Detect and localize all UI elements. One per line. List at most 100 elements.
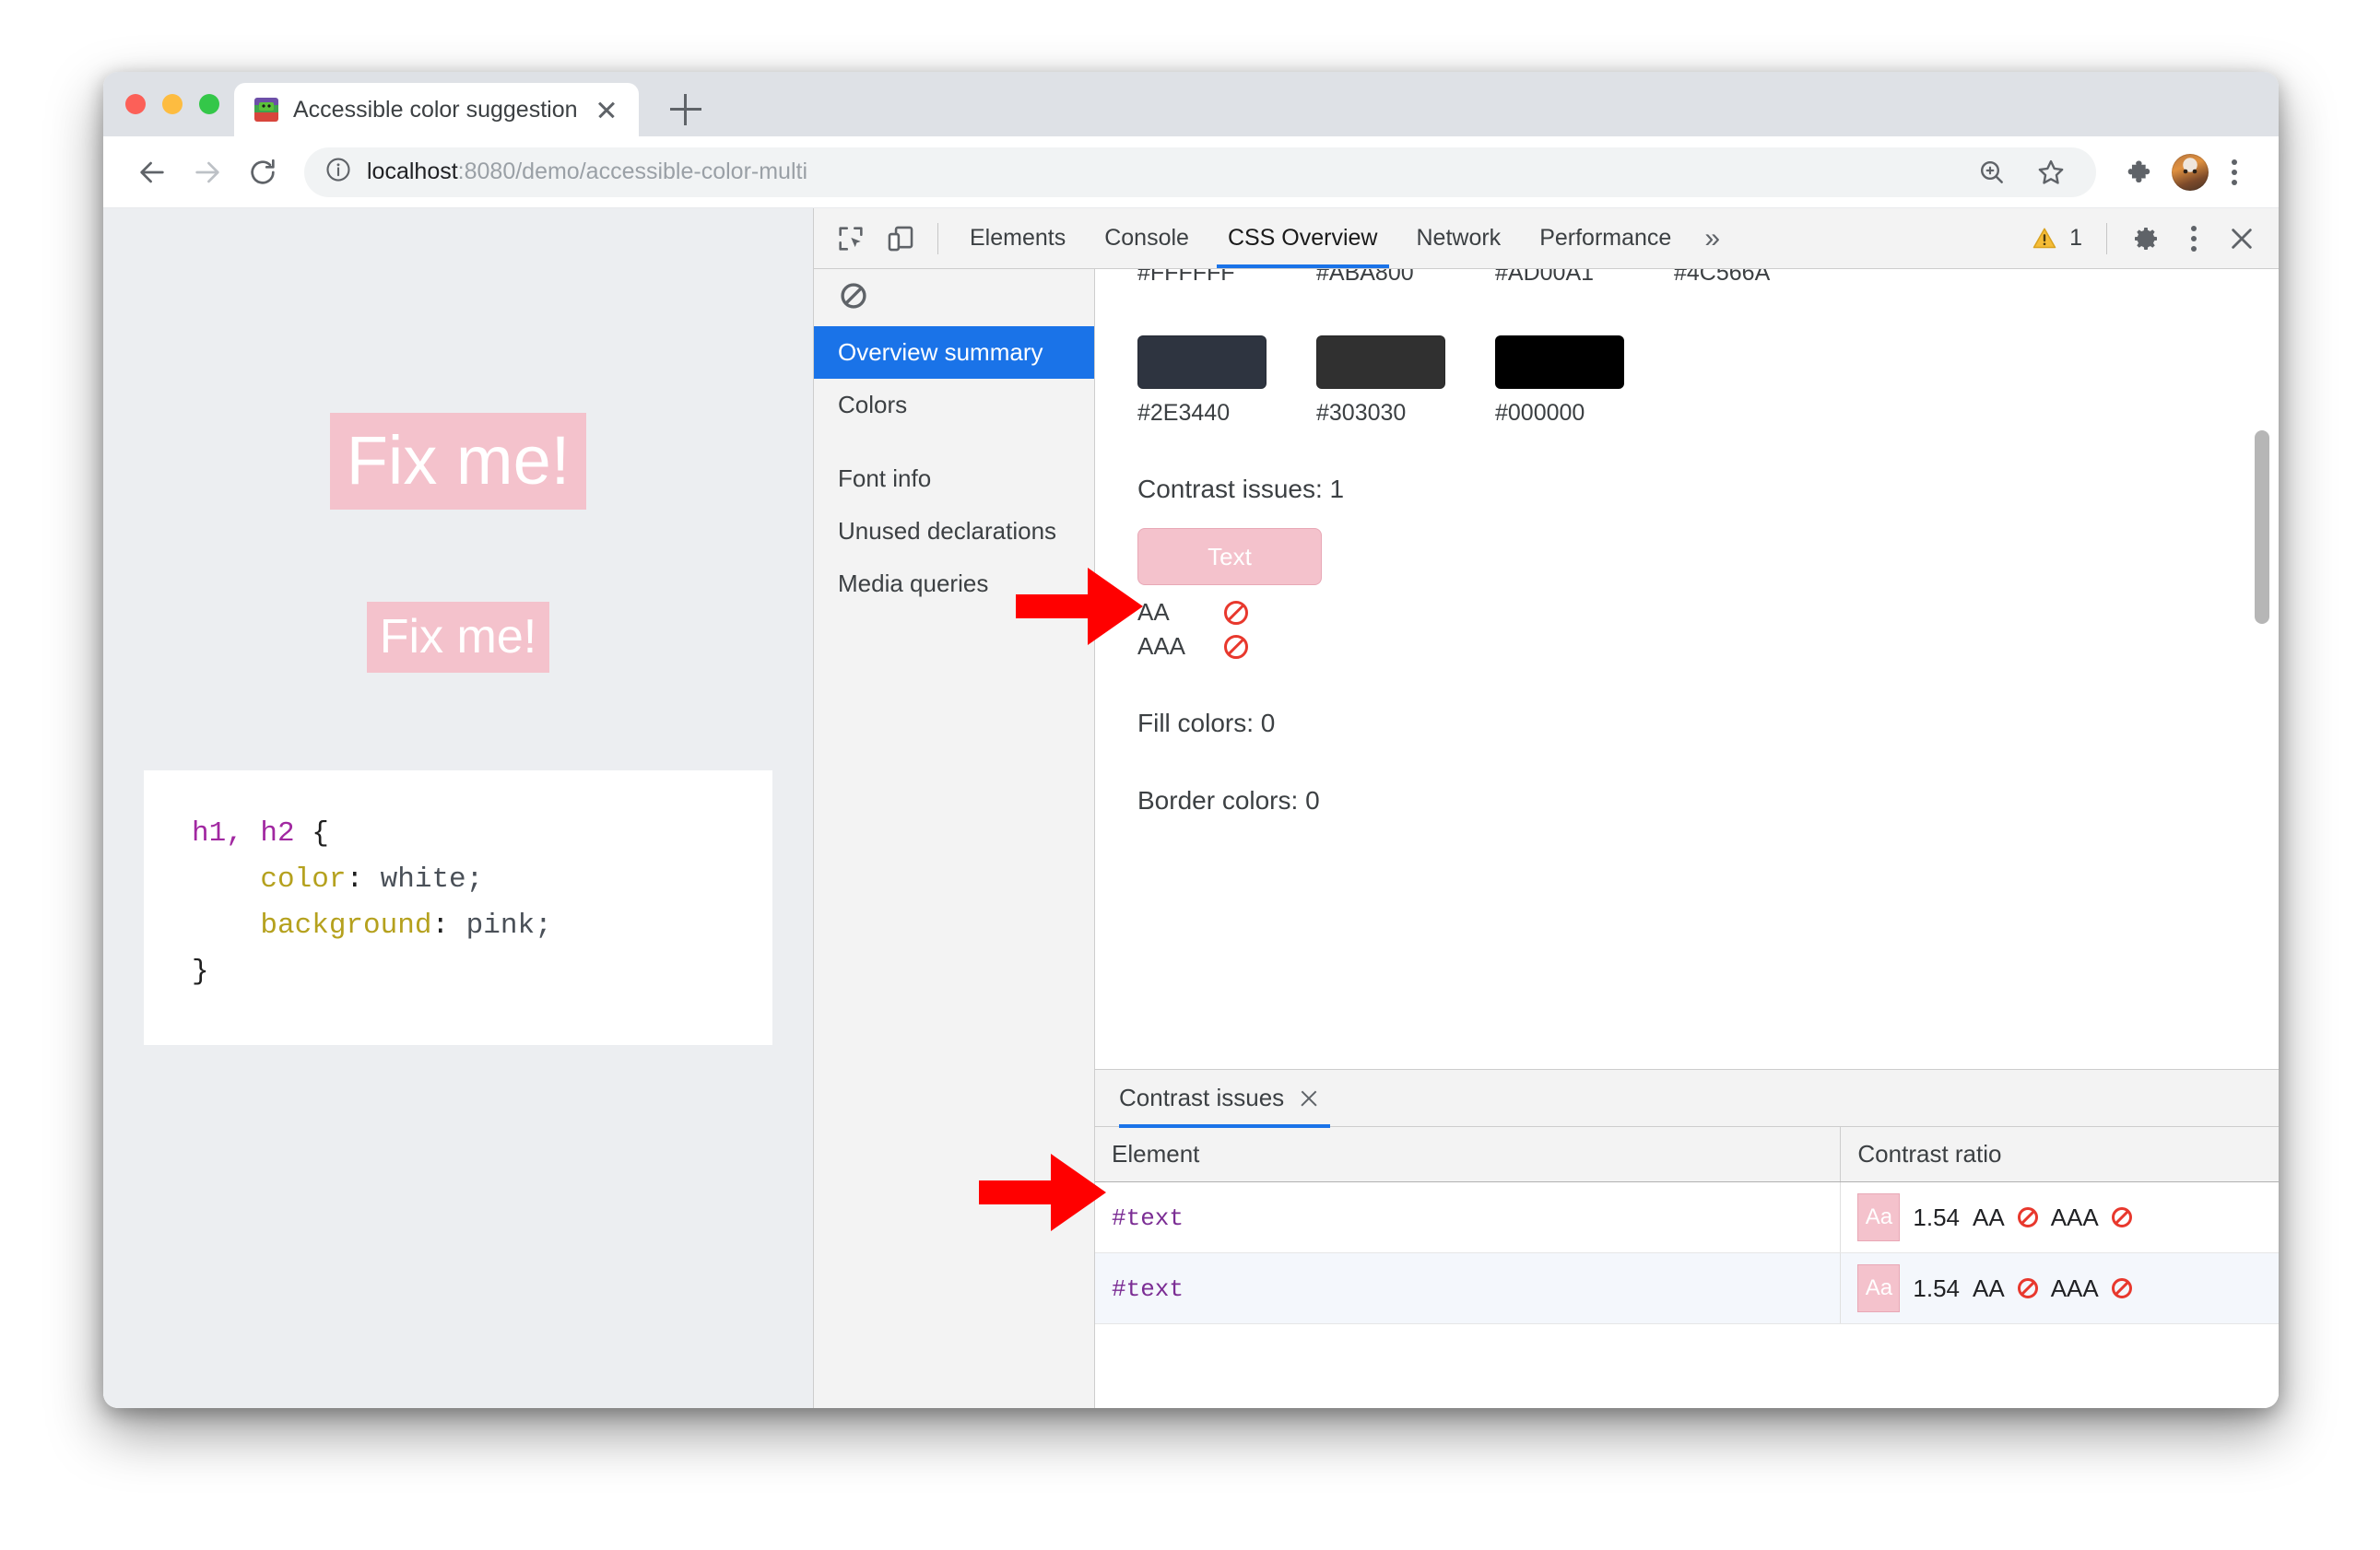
tab-performance[interactable]: Performance xyxy=(1521,209,1690,268)
code-selector: h1, h2 xyxy=(192,816,295,850)
contrast-ratio-value: 1.54 xyxy=(1913,1274,1961,1302)
column-header-element[interactable]: Element xyxy=(1095,1127,1842,1182)
avatar[interactable] xyxy=(2172,153,2209,191)
sidebar-item-colors[interactable]: Colors xyxy=(814,379,1094,431)
no-entry-icon xyxy=(1224,634,1248,659)
block-clear-icon[interactable] xyxy=(838,280,869,316)
zoom-in-icon[interactable] xyxy=(1967,147,2017,197)
aa-preview-swatch: Aa xyxy=(1857,1264,1901,1312)
url-host: localhost xyxy=(367,159,458,184)
sidebar-item-overview-summary[interactable]: Overview summary xyxy=(814,326,1094,380)
browser-toolbar: localhost:8080/demo/accessible-color-mul… xyxy=(103,136,2279,208)
cell-contrast-ratio: Aa 1.54 AA AAA xyxy=(1840,1181,2279,1253)
color-swatch-2e3440[interactable] xyxy=(1137,335,1267,389)
close-devtools-icon[interactable] xyxy=(2218,215,2266,263)
tab-elements[interactable]: Elements xyxy=(951,209,1084,268)
tab-console[interactable]: Console xyxy=(1086,209,1208,268)
code-colon-2: : xyxy=(431,909,450,942)
info-circle-icon[interactable] xyxy=(324,156,352,188)
code-colon-1: : xyxy=(346,863,364,896)
star-icon[interactable] xyxy=(2026,147,2076,197)
color-swatch-000000[interactable] xyxy=(1495,335,1624,389)
address-bar[interactable]: localhost:8080/demo/accessible-color-mul… xyxy=(304,147,2096,197)
table-row[interactable]: #text Aa 1.54 AA AAA xyxy=(1095,1252,2279,1324)
contrast-issues-table: Element Contrast ratio #text Aa 1.54 AA … xyxy=(1095,1127,2279,1324)
browser-tab[interactable]: Accessible color suggestion xyxy=(234,83,639,136)
devtools-more-icon[interactable] xyxy=(2174,218,2214,259)
css-overview-main: #FFFFFF #ABA800 #AD00A1 #4C566A #2E3440 … xyxy=(1095,269,2279,1408)
cell-element[interactable]: #text xyxy=(1095,1252,1842,1324)
drawer-tab-contrast-issues[interactable]: Contrast issues xyxy=(1119,1070,1331,1128)
page-heading-1: Fix me! xyxy=(329,413,587,510)
new-tab-button[interactable] xyxy=(669,94,701,125)
overview-scroll-area: #FFFFFF #ABA800 #AD00A1 #4C566A #2E3440 … xyxy=(1095,269,2279,1069)
color-label-aba800: #ABA800 xyxy=(1316,269,1414,286)
warning-count: 1 xyxy=(2069,225,2082,251)
color-swatch-cell[interactable]: #303030 xyxy=(1316,335,1445,427)
devtools-tab-bar: Elements Console CSS Overview Network Pe… xyxy=(814,208,2279,269)
sidebar-item-unused-declarations[interactable]: Unused declarations xyxy=(814,505,1094,558)
no-entry-icon xyxy=(2111,1278,2132,1298)
contrast-text-chip[interactable]: Text xyxy=(1137,528,1322,585)
heading-1-container: Fix me! xyxy=(144,413,772,510)
aa-label: AA xyxy=(1973,1274,2005,1302)
table-row[interactable]: #text Aa 1.54 AA AAA xyxy=(1095,1181,2279,1253)
browser-viewport: Fix me! Fix me! h1, h2 { color: white; b… xyxy=(103,208,2279,1408)
clipped-color-cell-2: #ABA800 xyxy=(1316,269,1445,300)
element-name: #text xyxy=(1112,1275,1184,1303)
close-window-button[interactable] xyxy=(125,94,146,114)
border-colors-count: Border colors: 0 xyxy=(1137,786,1320,815)
table-header-row: Element Contrast ratio xyxy=(1095,1127,2279,1182)
puzzle-piece-icon[interactable] xyxy=(2116,147,2166,197)
maximize-window-button[interactable] xyxy=(199,94,219,114)
url-text: localhost:8080/demo/accessible-color-mul… xyxy=(367,159,807,185)
tab-network[interactable]: Network xyxy=(1398,209,1520,268)
drawer-tab-bar: Contrast issues xyxy=(1095,1070,2279,1128)
back-button[interactable] xyxy=(127,147,177,197)
devtools-drawer: Contrast issues Element Contrast ratio #… xyxy=(1095,1069,2279,1408)
sidebar-item-font-info[interactable]: Font info xyxy=(814,452,1094,505)
color-swatch-row: #2E3440 #303030 #000000 xyxy=(1137,335,2279,427)
url-path: :8080/demo/accessible-color-multi xyxy=(457,159,808,184)
code-prop-color: color xyxy=(260,863,347,896)
inspect-element-icon[interactable] xyxy=(827,215,875,263)
heading-2-container: Fix me! xyxy=(144,601,772,673)
tab-css-overview[interactable]: CSS Overview xyxy=(1209,209,1396,268)
reload-button[interactable] xyxy=(238,147,288,197)
color-label-ffffff: #FFFFFF xyxy=(1137,269,1235,286)
warning-badge[interactable]: 1 xyxy=(2021,225,2091,252)
browser-tab-strip: Accessible color suggestion xyxy=(103,72,2279,136)
color-swatch-cell[interactable]: #000000 xyxy=(1495,335,1624,427)
contrast-issues-count: Contrast issues: 1 xyxy=(1137,475,1345,503)
color-swatch-cell[interactable]: #2E3440 xyxy=(1137,335,1267,427)
code-val-background: pink; xyxy=(449,909,552,942)
css-overview-sidebar: Overview summary Colors Font info Unused… xyxy=(814,269,1095,1408)
column-header-contrast-ratio[interactable]: Contrast ratio xyxy=(1840,1127,2279,1182)
forward-button[interactable] xyxy=(183,147,232,197)
kebab-menu-icon[interactable] xyxy=(2214,152,2255,193)
gear-icon[interactable] xyxy=(2122,215,2170,263)
contrast-issues-section: Contrast issues: 1 Text AA AAA xyxy=(1137,475,2279,661)
close-icon[interactable] xyxy=(593,96,620,123)
clipped-color-cell-4: #4C566A xyxy=(1674,269,1803,300)
overview-scrollbar-thumb[interactable] xyxy=(2255,430,2269,624)
color-swatch-label: #2E3440 xyxy=(1137,400,1231,426)
device-toolbar-icon[interactable] xyxy=(877,215,925,263)
cell-element[interactable]: #text xyxy=(1095,1181,1842,1253)
devtools-body: Overview summary Colors Font info Unused… xyxy=(814,269,2279,1408)
clipped-color-labels-row: #FFFFFF #ABA800 #AD00A1 #4C566A xyxy=(1137,269,2279,300)
sidebar-item-media-queries[interactable]: Media queries xyxy=(814,558,1094,610)
devtools-panel: Elements Console CSS Overview Network Pe… xyxy=(813,208,2279,1408)
drawer-tab-label: Contrast issues xyxy=(1119,1084,1285,1111)
more-tabs-icon[interactable]: » xyxy=(1691,223,1733,254)
clipped-color-cell-3: #AD00A1 xyxy=(1495,269,1624,300)
fill-colors-section: Fill colors: 0 xyxy=(1137,709,2279,738)
aa-preview-swatch: Aa xyxy=(1857,1193,1901,1241)
color-swatch-303030[interactable] xyxy=(1316,335,1445,389)
sidebar-toolbar xyxy=(814,269,1094,326)
aaa-label: AAA xyxy=(1137,632,1186,660)
minimize-window-button[interactable] xyxy=(162,94,183,114)
tab-title: Accessible color suggestion xyxy=(293,96,578,123)
no-entry-icon xyxy=(2017,1207,2038,1227)
close-icon[interactable] xyxy=(1299,1088,1319,1109)
